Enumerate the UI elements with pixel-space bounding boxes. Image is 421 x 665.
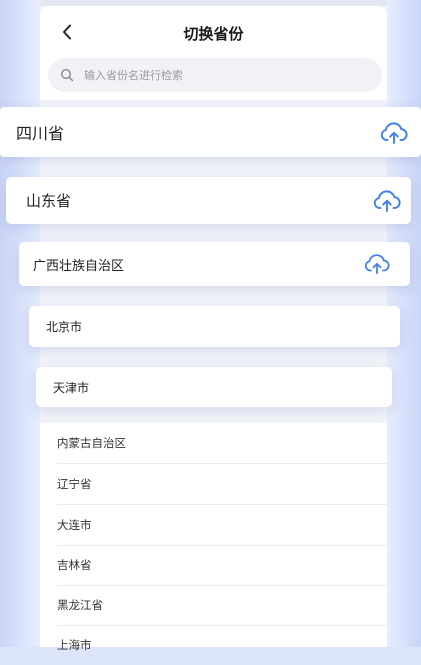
list-item-label: 上海市 xyxy=(57,638,92,652)
province-card-label: 北京市 xyxy=(46,320,83,334)
header: 切换省份 xyxy=(40,6,387,100)
list-item[interactable]: 内蒙古自治区 xyxy=(57,423,387,464)
list-item[interactable]: 大连市 xyxy=(57,505,387,546)
province-card-guangxi[interactable]: 广西壮族自治区 xyxy=(19,242,410,286)
list-item-label: 黑龙江省 xyxy=(57,598,103,612)
list-item[interactable]: 黑龙江省 xyxy=(57,585,387,626)
province-card-beijing[interactable]: 北京市 xyxy=(29,306,400,347)
page-title: 切换省份 xyxy=(183,25,244,43)
province-card-label: 天津市 xyxy=(53,380,90,395)
upload-cloud-icon[interactable] xyxy=(373,188,401,214)
list-item-label: 吉林省 xyxy=(57,558,92,572)
list-item-label: 辽宁省 xyxy=(57,477,92,491)
search-bar[interactable] xyxy=(48,58,382,92)
province-card-label: 四川省 xyxy=(16,124,65,143)
province-card-tianjin[interactable]: 天津市 xyxy=(36,367,392,407)
province-card-shandong[interactable]: 山东省 xyxy=(6,177,411,224)
search-icon xyxy=(60,68,74,82)
list-item-label: 大连市 xyxy=(57,518,92,532)
search-input[interactable] xyxy=(82,67,346,83)
province-card-label: 山东省 xyxy=(26,192,72,210)
province-card-label: 广西壮族自治区 xyxy=(33,258,125,274)
list-item[interactable]: 辽宁省 xyxy=(57,464,387,505)
province-list: 内蒙古自治区 辽宁省 大连市 吉林省 黑龙江省 上海市 xyxy=(40,423,387,652)
upload-cloud-icon[interactable] xyxy=(380,120,408,146)
upload-cloud-icon[interactable] xyxy=(364,252,390,276)
list-item[interactable]: 上海市 xyxy=(57,625,387,665)
province-card-sichuan[interactable]: 四川省 xyxy=(0,107,421,157)
list-item-label: 内蒙古自治区 xyxy=(57,436,126,450)
list-item[interactable]: 吉林省 xyxy=(57,545,387,586)
